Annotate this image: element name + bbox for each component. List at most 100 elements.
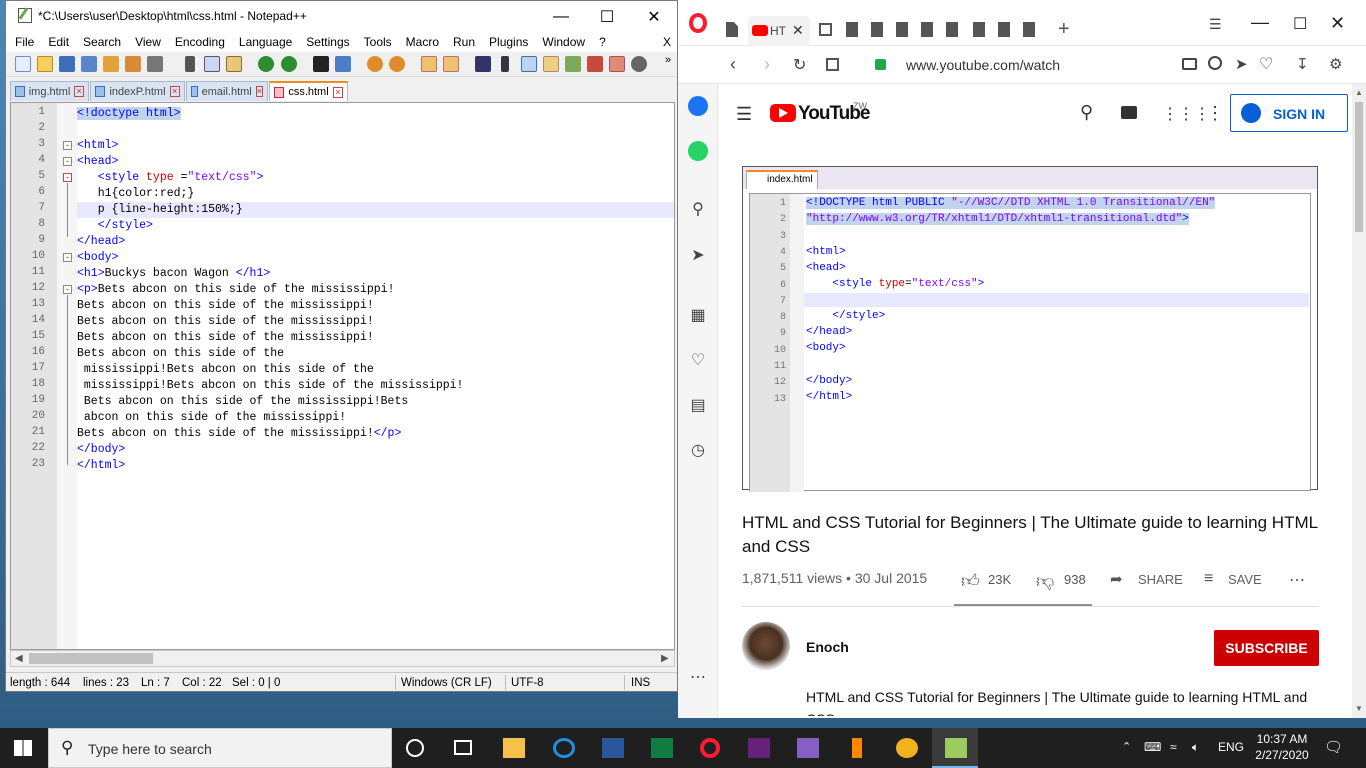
forward-icon[interactable]: › bbox=[764, 54, 770, 75]
menu-view[interactable]: View bbox=[135, 35, 161, 49]
folder-workspace-icon[interactable] bbox=[587, 56, 603, 72]
share-button[interactable]: SHARE bbox=[1138, 572, 1183, 587]
npp-titlebar[interactable]: *C:\Users\user\Desktop\html\css.html - N… bbox=[6, 1, 677, 32]
edge-icon[interactable] bbox=[553, 738, 575, 758]
volume-icon[interactable]: 🔈︎ bbox=[1192, 740, 1199, 755]
menu-encoding[interactable]: Encoding bbox=[175, 35, 225, 49]
menu-help[interactable]: ? bbox=[599, 35, 606, 49]
menu-close-doc[interactable]: X bbox=[663, 35, 671, 49]
cortana-icon[interactable] bbox=[406, 739, 424, 757]
find-icon[interactable] bbox=[313, 56, 329, 72]
tab-youtube[interactable]: HT ✕ bbox=[748, 16, 810, 46]
hamburger-icon[interactable]: ☰ bbox=[736, 104, 752, 125]
save-button[interactable]: SAVE bbox=[1228, 572, 1262, 587]
subscribe-button[interactable]: SUBSCRIBE bbox=[1214, 630, 1319, 666]
zoom-out-icon[interactable] bbox=[389, 56, 405, 72]
sign-in-button[interactable]: SIGN IN bbox=[1230, 94, 1348, 132]
sync-h-icon[interactable] bbox=[443, 56, 459, 72]
like-icon[interactable]: 👍︎ bbox=[961, 570, 980, 592]
vlc-icon[interactable] bbox=[846, 738, 868, 758]
notifications-icon[interactable]: 🗨︎ bbox=[1324, 738, 1343, 756]
windows-start-icon[interactable] bbox=[14, 740, 32, 756]
page-icon[interactable] bbox=[1023, 22, 1035, 37]
scroll-thumb[interactable] bbox=[29, 653, 153, 664]
more-actions-icon[interactable]: ⋯ bbox=[1289, 570, 1305, 590]
toolbar-overflow-icon[interactable]: » bbox=[665, 54, 671, 66]
settings-more-icon[interactable]: ⋮ bbox=[1206, 103, 1224, 124]
close-tab-icon[interactable]: × bbox=[332, 86, 343, 98]
fold-toggle[interactable]: - bbox=[63, 253, 72, 262]
search-icon[interactable]: ⚲ bbox=[689, 201, 707, 219]
page-icon[interactable] bbox=[726, 22, 738, 37]
close-tab-icon[interactable]: × bbox=[74, 86, 84, 97]
heart-icon[interactable]: ♡ bbox=[1259, 54, 1273, 74]
menu-window[interactable]: Window bbox=[542, 35, 585, 49]
scroll-thumb[interactable] bbox=[1355, 102, 1363, 232]
news-icon[interactable]: ▤ bbox=[689, 397, 707, 415]
indent-guide-icon[interactable] bbox=[521, 56, 537, 72]
publisher-icon[interactable] bbox=[651, 738, 673, 758]
create-video-icon[interactable] bbox=[1121, 106, 1137, 119]
more-icon[interactable]: ⋯ bbox=[689, 669, 707, 687]
send-icon[interactable]: ➤ bbox=[1235, 55, 1248, 73]
tab-css-html[interactable]: css.html × bbox=[269, 81, 348, 101]
page-icon[interactable] bbox=[921, 22, 933, 37]
clock[interactable]: 10:37 AM 2/27/2020 bbox=[1252, 731, 1312, 763]
heart-icon[interactable]: ♡ bbox=[689, 352, 707, 370]
page-scrollbar[interactable]: ▲ ▼ bbox=[1352, 84, 1366, 718]
input-method-icon[interactable]: ⌨ bbox=[1144, 740, 1161, 754]
easy-setup-icon[interactable]: ⚙ bbox=[1329, 55, 1342, 73]
page-icon[interactable] bbox=[846, 22, 858, 37]
playlist-add-icon[interactable]: ≡ bbox=[1204, 570, 1213, 588]
minimize-icon[interactable]: — bbox=[1251, 12, 1269, 33]
page-icon[interactable] bbox=[896, 22, 908, 37]
cut-icon[interactable] bbox=[185, 56, 195, 72]
grid-tab-icon[interactable] bbox=[819, 23, 832, 36]
fold-toggle[interactable]: - bbox=[63, 285, 72, 294]
download-icon[interactable]: ↧ bbox=[1296, 55, 1309, 73]
close-tab-icon[interactable]: × bbox=[255, 86, 263, 97]
menu-run[interactable]: Run bbox=[453, 35, 475, 49]
fold-toggle[interactable]: - bbox=[63, 173, 72, 182]
dislike-count[interactable]: 938 bbox=[1064, 572, 1086, 587]
task-view-icon[interactable] bbox=[454, 740, 472, 755]
reload-icon[interactable]: ↻ bbox=[793, 55, 806, 75]
redo-icon[interactable] bbox=[281, 56, 297, 72]
menu-file[interactable]: File bbox=[15, 35, 34, 49]
maximize-icon[interactable]: ☐ bbox=[1293, 14, 1307, 34]
tab-indexp-html[interactable]: indexP.html × bbox=[90, 81, 185, 101]
adblock-icon[interactable] bbox=[1208, 56, 1222, 70]
save-icon[interactable] bbox=[59, 56, 75, 72]
tab-img-html[interactable]: img.html × bbox=[10, 81, 89, 101]
save-all-icon[interactable] bbox=[81, 56, 97, 72]
plus-icon[interactable]: + bbox=[1058, 18, 1070, 41]
paste-icon[interactable] bbox=[226, 56, 242, 72]
tray-chevron-icon[interactable]: ⌃ bbox=[1122, 740, 1131, 753]
visual-studio-icon[interactable] bbox=[797, 738, 819, 758]
close-tab-icon[interactable]: ✕ bbox=[792, 22, 804, 39]
menu-settings[interactable]: Settings bbox=[306, 35, 349, 49]
close-tab-icon[interactable]: × bbox=[169, 86, 180, 97]
video-player[interactable]: index.html 1 2 3 4 5 6 7 8 9 10 11 12 13 <!DOCTYPE h… bbox=[742, 166, 1318, 492]
apps-icon[interactable]: ⋮⋮⋮ bbox=[1162, 104, 1210, 124]
send-icon[interactable]: ➤ bbox=[689, 247, 707, 265]
notepadpp-taskbar-active[interactable] bbox=[932, 728, 978, 768]
snapshot-icon[interactable] bbox=[1182, 58, 1197, 70]
sync-v-icon[interactable] bbox=[421, 56, 437, 72]
menu-language[interactable]: Language bbox=[239, 35, 292, 49]
visual-studio-blend-icon[interactable] bbox=[748, 738, 770, 758]
page-icon[interactable] bbox=[946, 22, 958, 37]
monitoring-icon[interactable] bbox=[609, 56, 625, 72]
close-icon[interactable]: ✕ bbox=[1330, 13, 1345, 34]
opera-logo-icon[interactable] bbox=[689, 13, 707, 33]
word-wrap-icon[interactable] bbox=[475, 56, 491, 72]
history-icon[interactable]: ◷ bbox=[689, 442, 707, 460]
open-file-icon[interactable] bbox=[37, 56, 53, 72]
scroll-right-icon[interactable]: ▶ bbox=[661, 653, 669, 664]
menu-search[interactable]: Search bbox=[83, 35, 121, 49]
tab-menu-icon[interactable]: ☰ bbox=[1209, 16, 1222, 33]
maximize-icon[interactable]: ☐ bbox=[584, 1, 630, 32]
word-icon[interactable] bbox=[602, 738, 624, 758]
dislike-icon[interactable]: 👎︎ bbox=[1036, 570, 1054, 592]
scroll-left-icon[interactable]: ◀ bbox=[15, 653, 23, 664]
